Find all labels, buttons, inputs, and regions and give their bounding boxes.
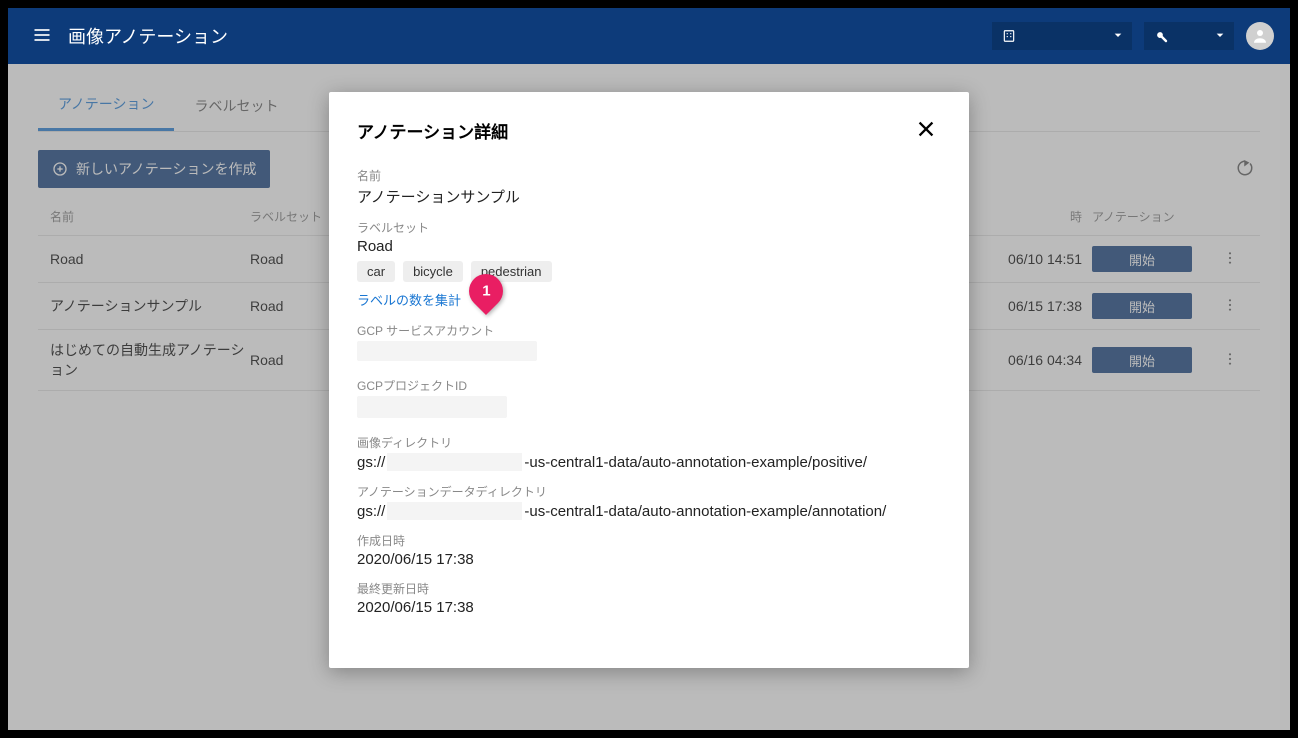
chevron-down-icon (1110, 27, 1126, 46)
field-label-anno-dir: アノテーションデータディレクトリ (357, 483, 941, 500)
tool-dropdown[interactable] (1144, 22, 1234, 50)
close-icon (915, 118, 937, 140)
close-button[interactable] (911, 114, 941, 147)
field-label-created: 作成日時 (357, 532, 941, 549)
redacted-value (357, 396, 507, 418)
field-value-image-dir: gs:// -us-central1-data/auto-annotation-… (357, 453, 941, 471)
label-chip: car (357, 261, 395, 282)
redacted-value (387, 453, 522, 471)
label-chips: car bicycle pedestrian (357, 261, 941, 282)
wrench-icon (1154, 29, 1168, 43)
page-title: 画像アノテーション (68, 23, 992, 49)
path-suffix: -us-central1-data/auto-annotation-exampl… (524, 503, 886, 520)
building-icon (1002, 29, 1016, 43)
path-prefix: gs:// (357, 503, 385, 520)
field-value-updated: 2020/06/15 17:38 (357, 599, 941, 616)
field-label-gcp-project: GCPプロジェクトID (357, 377, 941, 394)
field-label-image-dir: 画像ディレクトリ (357, 434, 941, 451)
user-icon (1251, 27, 1269, 45)
field-label-gcp-sa: GCP サービスアカウント (357, 322, 941, 339)
field-value-name: アノテーションサンプル (357, 186, 941, 207)
path-prefix: gs:// (357, 454, 385, 471)
label-chip: bicycle (403, 261, 463, 282)
field-value-anno-dir: gs:// -us-central1-data/auto-annotation-… (357, 502, 941, 520)
org-dropdown[interactable] (992, 22, 1132, 50)
annotation-detail-modal: アノテーション詳細 名前 アノテーションサンプル ラベルセット Road car… (329, 92, 969, 668)
chevron-down-icon (1212, 27, 1228, 46)
pin-number: 1 (482, 283, 490, 300)
hamburger-icon (32, 25, 52, 45)
aggregate-labels-link[interactable]: ラベルの数を集計 (357, 290, 461, 309)
field-value-created: 2020/06/15 17:38 (357, 551, 941, 568)
path-suffix: -us-central1-data/auto-annotation-exampl… (524, 454, 867, 471)
menu-button[interactable] (24, 17, 60, 56)
field-label-labelset: ラベルセット (357, 219, 941, 236)
avatar[interactable] (1246, 22, 1274, 50)
field-label-updated: 最終更新日時 (357, 580, 941, 597)
redacted-value (387, 502, 522, 520)
redacted-value (357, 341, 537, 361)
app-header: 画像アノテーション (8, 8, 1290, 64)
field-value-labelset: Road (357, 238, 941, 255)
modal-title: アノテーション詳細 (357, 118, 911, 143)
field-label-name: 名前 (357, 167, 941, 184)
